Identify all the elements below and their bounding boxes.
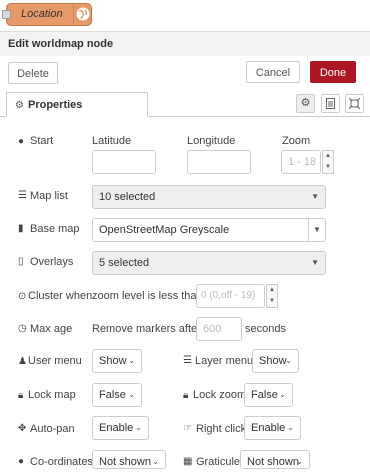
base-map-label: Base map [30, 223, 80, 235]
lock-map-select[interactable]: False ⌄ [92, 383, 142, 407]
tab-properties[interactable]: ⚙ Properties [6, 92, 148, 117]
zoom-stepper[interactable]: ▲ ▼ [322, 150, 334, 174]
globe-icon [76, 7, 90, 21]
clock-icon: ◷ [18, 323, 27, 334]
overlays-value: 5 selected [99, 257, 150, 269]
layer-menu-label: Layer menu [195, 355, 254, 367]
description-icon [326, 98, 335, 109]
chevron-down-icon: ⌄ [128, 390, 135, 399]
pointer-hand-icon: ☞ [183, 423, 192, 434]
node-label: Location [21, 8, 63, 20]
lock-zoom-value: False [251, 389, 278, 401]
layer-menu-value: Show [259, 355, 287, 367]
globe-icon: ● [18, 456, 25, 467]
auto-pan-label: Auto-pan [30, 423, 75, 435]
map-icon: ▮ [18, 223, 24, 234]
max-age-input[interactable]: 600 [196, 317, 242, 341]
right-click-label: Right click [196, 423, 247, 435]
layer-menu-select[interactable]: Show ⌄ [252, 349, 299, 373]
max-age-label: Max age [30, 323, 73, 335]
globe-icon: ● [18, 136, 25, 147]
lock-map-label: Lock map [28, 389, 76, 401]
lock-icon: 🔒︎ [183, 390, 189, 401]
chevron-down-icon: ▼ [311, 192, 319, 201]
lock-zoom-label: Lock zoom [193, 389, 247, 401]
user-menu-label: User menu [28, 355, 82, 367]
overlays-map-icon: ▯ [18, 256, 24, 267]
latitude-input[interactable] [92, 150, 156, 174]
tab-settings-icon[interactable]: ⚙ [296, 94, 315, 113]
overlays-label: Overlays [30, 256, 74, 268]
list-icon: ☰ [183, 355, 192, 366]
tray-title: Edit worldmap node [8, 38, 114, 50]
right-click-select[interactable]: Enable ⌄ [244, 416, 301, 440]
target-icon: ⊙ [18, 291, 27, 302]
map-list-select[interactable]: 10 selected ▼ [92, 185, 326, 209]
graticule-value: Not shown [247, 456, 299, 468]
chevron-down-icon: ⌄ [152, 457, 159, 466]
chevron-down-icon: ▼ [311, 258, 319, 267]
node-divider [73, 4, 74, 25]
location-node[interactable]: Location [2, 3, 92, 26]
graticule-select[interactable]: Not shown ⌄ [240, 450, 310, 469]
arrows-icon: ✥ [18, 423, 27, 434]
tab-description-icon[interactable] [321, 94, 340, 113]
cluster-label: Cluster when [28, 290, 93, 302]
max-age-text: Remove markers after [92, 323, 201, 335]
appearance-icon [348, 97, 361, 110]
chevron-down-icon: ⌄ [279, 390, 286, 399]
max-age-unit: seconds [245, 323, 286, 335]
overlays-select[interactable]: 5 selected ▼ [92, 251, 326, 275]
gear-icon: ⚙ [300, 97, 311, 109]
chevron-down-icon: ⌄ [135, 423, 142, 432]
map-list-value: 10 selected [99, 191, 156, 203]
coordinates-select[interactable]: Not shown ⌄ [92, 450, 166, 469]
user-menu-select[interactable]: Show ⌄ [92, 349, 142, 373]
user-icon: ♟ [18, 356, 27, 367]
coordinates-label: Co-ordinates [30, 456, 93, 468]
graticule-label: Graticule [196, 456, 241, 468]
base-map-value: OpenStreetMap Greyscale [99, 224, 230, 236]
done-button[interactable]: Done [310, 61, 356, 83]
list-icon: ☰ [18, 190, 27, 201]
chevron-down-icon: ▼ [308, 219, 325, 241]
lock-map-value: False [99, 389, 126, 401]
lock-zoom-select[interactable]: False ⌄ [244, 383, 293, 407]
input-port[interactable] [2, 10, 11, 19]
auto-pan-value: Enable [99, 422, 134, 434]
chevron-down-icon: ⌄ [296, 457, 303, 466]
tab-appearance-icon[interactable] [345, 94, 364, 113]
map-list-label: Map list [30, 190, 68, 202]
latitude-label: Latitude [92, 135, 132, 147]
tab-properties-label: Properties [28, 99, 83, 111]
longitude-label: Longitude [187, 135, 236, 147]
gear-icon: ⚙ [15, 100, 24, 111]
cluster-text: zoom level is less than [92, 290, 203, 302]
user-menu-value: Show [99, 355, 127, 367]
start-label: Start [30, 135, 54, 147]
chevron-down-icon: ⌄ [128, 356, 135, 365]
lock-icon: 🔒︎ [18, 390, 24, 401]
workspace-strip: Location [0, 0, 370, 30]
longitude-input[interactable] [187, 150, 251, 174]
cancel-button[interactable]: Cancel [246, 61, 300, 83]
chevron-down-icon: ⌄ [287, 423, 294, 432]
coordinates-value: Not shown [99, 456, 151, 468]
zoom-label: Zoom [282, 135, 311, 147]
cluster-input[interactable]: 0 (0,off - 19) [196, 284, 265, 308]
base-map-select[interactable]: OpenStreetMap Greyscale ▼ [92, 218, 326, 242]
zoom-input[interactable]: 1 - 18 [281, 150, 321, 174]
delete-button[interactable]: Delete [8, 62, 58, 84]
auto-pan-select[interactable]: Enable ⌄ [92, 416, 149, 440]
tray-header: Edit worldmap node [0, 31, 370, 57]
grid-icon: ▦ [183, 456, 193, 467]
chevron-down-icon: ⌄ [285, 356, 292, 365]
cluster-stepper[interactable]: ▲ ▼ [266, 284, 278, 308]
right-click-value: Enable [251, 422, 286, 434]
